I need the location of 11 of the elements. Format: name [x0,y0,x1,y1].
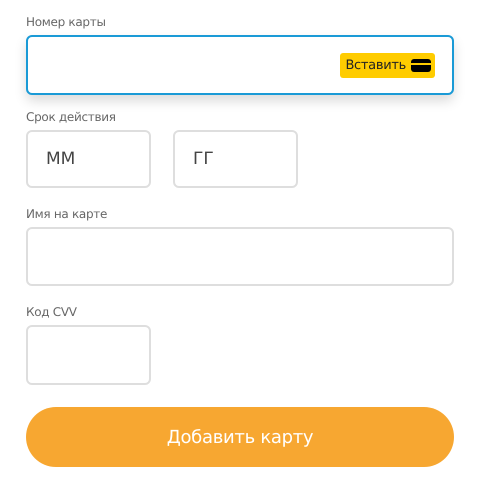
field-label: Имя на карте [26,206,108,222]
field-label: Срок действия [26,109,117,125]
year-field[interactable]: ГГ [173,130,298,188]
cvv-field[interactable] [26,325,151,385]
month-field[interactable]: ММ [26,130,151,188]
name-field[interactable] [26,227,454,286]
field-label: Номер карты [26,14,107,30]
field-label: Код CVV [26,304,78,320]
card-number-field[interactable]: Вставить [26,35,454,95]
card-icon [411,58,431,72]
paste-button[interactable]: Вставить [340,52,435,78]
